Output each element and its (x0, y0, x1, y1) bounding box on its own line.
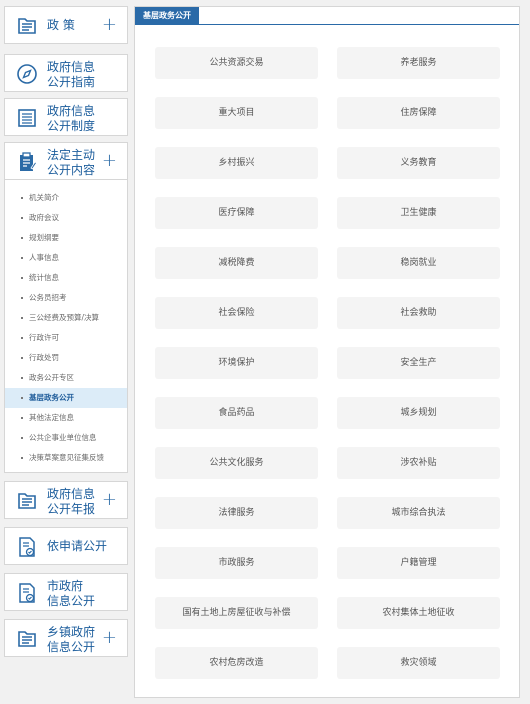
category-tile[interactable]: 户籍管理 (337, 547, 500, 579)
folder-icon (18, 631, 36, 647)
expand-plus-icon[interactable]: + (102, 152, 117, 170)
nav-municipal-line1: 市政府 (47, 579, 84, 593)
expand-plus-icon[interactable]: + (102, 629, 117, 647)
sub-item[interactable]: 规划纲要 (5, 228, 127, 248)
nav-township[interactable]: 乡镇政府 信息公开 + (4, 619, 128, 657)
nav-system-line1: 政府信息 (47, 104, 96, 118)
expand-plus-icon[interactable]: + (102, 16, 117, 34)
folder-icon (18, 18, 36, 34)
expand-plus-icon[interactable]: + (102, 491, 117, 509)
category-tile[interactable]: 公共文化服务 (155, 447, 318, 479)
nav-statutory-line2: 公开内容 (47, 163, 96, 177)
nav-guide-label: 政府信息 公开指南 (47, 60, 95, 90)
nav-statutory-line1: 法定主动 (47, 148, 96, 162)
category-tile[interactable]: 社会救助 (337, 297, 500, 329)
nav-annual-label: 政府信息 公开年报 (47, 487, 95, 517)
nav-annual[interactable]: 政府信息 公开年报 + (4, 481, 128, 519)
category-tile[interactable]: 市政服务 (155, 547, 318, 579)
sub-item[interactable]: 政府会议 (5, 208, 127, 228)
sub-item[interactable]: 决策草案意见征集反馈 (5, 448, 127, 468)
panel-tab-title: 基层政务公开 (135, 7, 199, 25)
category-tile[interactable]: 国有土地上房屋征收与补偿 (155, 597, 318, 629)
category-tile[interactable]: 农村危房改造 (155, 647, 318, 679)
nav-system-line2: 公开制度 (47, 119, 96, 133)
nav-annual-line2: 公开年报 (47, 502, 96, 516)
sub-item[interactable]: 行政许可 (5, 328, 127, 348)
nav-municipal-line2: 信息公开 (47, 594, 96, 608)
category-tile[interactable]: 安全生产 (337, 347, 500, 379)
nav-township-line1: 乡镇政府 (47, 625, 96, 639)
nav-annual-line1: 政府信息 (47, 487, 96, 501)
sub-item[interactable]: 统计信息 (5, 268, 127, 288)
category-tile[interactable]: 医疗保障 (155, 197, 318, 229)
category-tile[interactable]: 救灾领域 (337, 647, 500, 679)
category-tile[interactable]: 城乡规划 (337, 397, 500, 429)
category-tile[interactable]: 城市综合执法 (337, 497, 500, 529)
category-tile[interactable]: 法律服务 (155, 497, 318, 529)
category-tile[interactable]: 减税降费 (155, 247, 318, 279)
nav-statutory-label: 法定主动 公开内容 (47, 148, 95, 178)
sub-item[interactable]: 公共企事业单位信息 (5, 428, 127, 448)
category-tile[interactable]: 义务教育 (337, 147, 500, 179)
category-tile[interactable]: 农村集体土地征收 (337, 597, 500, 629)
category-tile[interactable]: 公共资源交易 (155, 47, 318, 79)
category-tile[interactable]: 重大项目 (155, 97, 318, 129)
nav-guide-line2: 公开指南 (47, 75, 96, 89)
nav-guide-line1: 政府信息 (47, 60, 96, 74)
category-tile[interactable]: 稳岗就业 (337, 247, 500, 279)
category-tile[interactable]: 卫生健康 (337, 197, 500, 229)
folder-icon (18, 493, 36, 509)
nav-guide[interactable]: 政府信息 公开指南 (4, 54, 128, 92)
nav-municipal-label: 市政府 信息公开 (47, 579, 95, 609)
document-check-icon (19, 583, 35, 603)
content-panel: 基层政务公开 公共资源交易 养老服务 重大项目 住房保障 乡村振兴 义务教育 医疗保障 卫生健… (134, 6, 520, 698)
category-tile[interactable]: 住房保障 (337, 97, 500, 129)
sub-item[interactable]: 公务员招考 (5, 288, 127, 308)
panel-header: 基层政务公开 (135, 7, 519, 25)
document-check-icon (19, 537, 35, 557)
sub-item[interactable]: 机关简介 (5, 188, 127, 208)
category-tile[interactable]: 养老服务 (337, 47, 500, 79)
nav-policy-label: 政 策 (47, 18, 75, 32)
sub-item[interactable]: 政务公开专区 (5, 368, 127, 388)
nav-system-label: 政府信息 公开制度 (47, 104, 95, 134)
compass-icon (17, 64, 37, 84)
category-tile[interactable]: 食品药品 (155, 397, 318, 429)
nav-policy[interactable]: 政 策 + (4, 6, 128, 44)
nav-municipal[interactable]: 市政府 信息公开 (4, 573, 128, 611)
statutory-sub-list: 机关简介 政府会议 规划纲要 人事信息 统计信息 公务员招考 三公经费及预算/决… (4, 180, 128, 473)
nav-township-line2: 信息公开 (47, 640, 96, 654)
sub-item[interactable]: 人事信息 (5, 248, 127, 268)
nav-system[interactable]: 政府信息 公开制度 (4, 98, 128, 136)
nav-township-label: 乡镇政府 信息公开 (47, 625, 95, 655)
nav-apply[interactable]: 依申请公开 (4, 527, 128, 565)
sub-item-active[interactable]: 基层政务公开 (5, 388, 127, 408)
nav-statutory[interactable]: 法定主动 公开内容 + (4, 142, 128, 180)
sub-item[interactable]: 行政处罚 (5, 348, 127, 368)
clipboard-edit-icon (20, 152, 38, 171)
sidebar: 政 策 + 政府信息 公开指南 政府信息 公开制度 法定主动 公开内容 + 机关… (4, 6, 128, 657)
category-tile[interactable]: 环境保护 (155, 347, 318, 379)
list-doc-icon (18, 109, 36, 127)
nav-apply-label: 依申请公开 (47, 539, 108, 553)
sub-item[interactable]: 其他法定信息 (5, 408, 127, 428)
sub-item[interactable]: 三公经费及预算/决算 (5, 308, 127, 328)
category-tile[interactable]: 涉农补贴 (337, 447, 500, 479)
category-tile[interactable]: 社会保险 (155, 297, 318, 329)
category-tile[interactable]: 乡村振兴 (155, 147, 318, 179)
